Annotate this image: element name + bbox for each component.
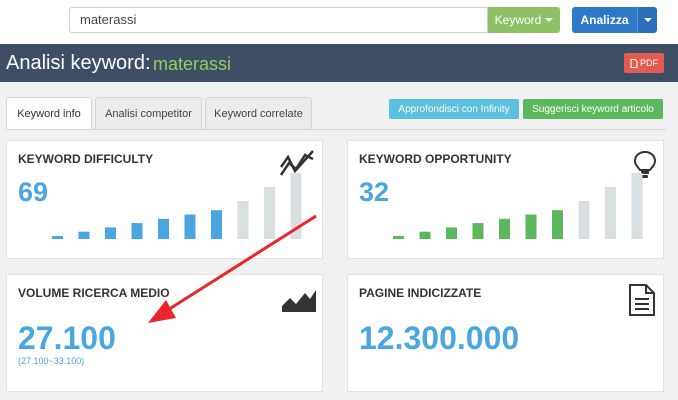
analyzed-keyword: materassi xyxy=(153,54,232,74)
level-bar xyxy=(264,187,275,239)
keyword-difficulty-card: KEYWORD DIFFICULTY 69 xyxy=(6,140,323,259)
level-bar xyxy=(552,210,563,239)
level-bar xyxy=(472,223,484,239)
level-bar xyxy=(52,236,63,239)
chevron-down-icon xyxy=(545,18,554,22)
card-title: VOLUME RICERCA MEDIO xyxy=(18,286,170,300)
indexed-pages-card: PAGINE INDICIZZATE 12.300.000 xyxy=(347,274,664,392)
search-volume-card: VOLUME RICERCA MEDIO 27.100 (27.100~33.1… xyxy=(6,274,323,392)
level-bar xyxy=(105,227,116,239)
keyword-opportunity-card: KEYWORD OPPORTUNITY 32 xyxy=(347,140,664,259)
analizza-options-button[interactable] xyxy=(637,7,657,33)
level-bar xyxy=(499,218,510,239)
tab-analisi-competitor[interactable]: Analisi competitor xyxy=(95,97,202,129)
page-header: Analisi keyword: materassi PDF xyxy=(0,44,678,82)
level-bar xyxy=(393,236,404,239)
level-bar xyxy=(578,201,590,239)
page-title: Analisi keyword: xyxy=(6,52,151,74)
level-bar xyxy=(525,214,537,239)
document-icon xyxy=(629,284,655,316)
level-bar xyxy=(290,173,302,239)
search-volume-range: (27.100~33.100) xyxy=(18,356,85,366)
tab-divider xyxy=(6,129,666,130)
search-mode-dropdown[interactable]: Keyword xyxy=(488,7,560,33)
level-bar xyxy=(184,214,196,239)
suggest-keyword-button[interactable]: Suggerisci keyword articolo xyxy=(523,99,663,119)
indexed-pages-value: 12.300.000 xyxy=(359,320,520,356)
pdf-label: PDF xyxy=(640,58,658,68)
difficulty-level-bars xyxy=(52,173,302,239)
level-bar xyxy=(158,218,169,239)
tab-keyword-info[interactable]: Keyword info xyxy=(6,97,92,129)
level-bar xyxy=(78,231,90,239)
pdf-file-icon xyxy=(630,58,638,68)
level-bar xyxy=(237,201,249,239)
analizza-button[interactable]: Analizza xyxy=(572,7,637,33)
opportunity-level-bars xyxy=(393,173,643,239)
level-bar xyxy=(605,187,616,239)
search-mode-label: Keyword xyxy=(494,13,542,27)
level-bar xyxy=(446,227,457,239)
level-bar xyxy=(211,210,222,239)
pdf-export-button[interactable]: PDF xyxy=(624,53,664,73)
search-input[interactable]: materassi xyxy=(69,7,488,33)
infinity-button[interactable]: Approfondisci con Infinity xyxy=(389,99,519,119)
top-search-bar: materassi Keyword Analizza xyxy=(0,0,678,44)
level-bar xyxy=(131,223,143,239)
level-bar xyxy=(631,173,643,239)
area-chart-icon xyxy=(282,290,316,312)
search-volume-value: 27.100 xyxy=(18,320,116,356)
tab-keyword-correlate[interactable]: Keyword correlate xyxy=(205,97,312,129)
chevron-down-icon xyxy=(643,18,652,22)
level-bar xyxy=(419,231,431,239)
card-title: PAGINE INDICIZZATE xyxy=(359,286,482,300)
